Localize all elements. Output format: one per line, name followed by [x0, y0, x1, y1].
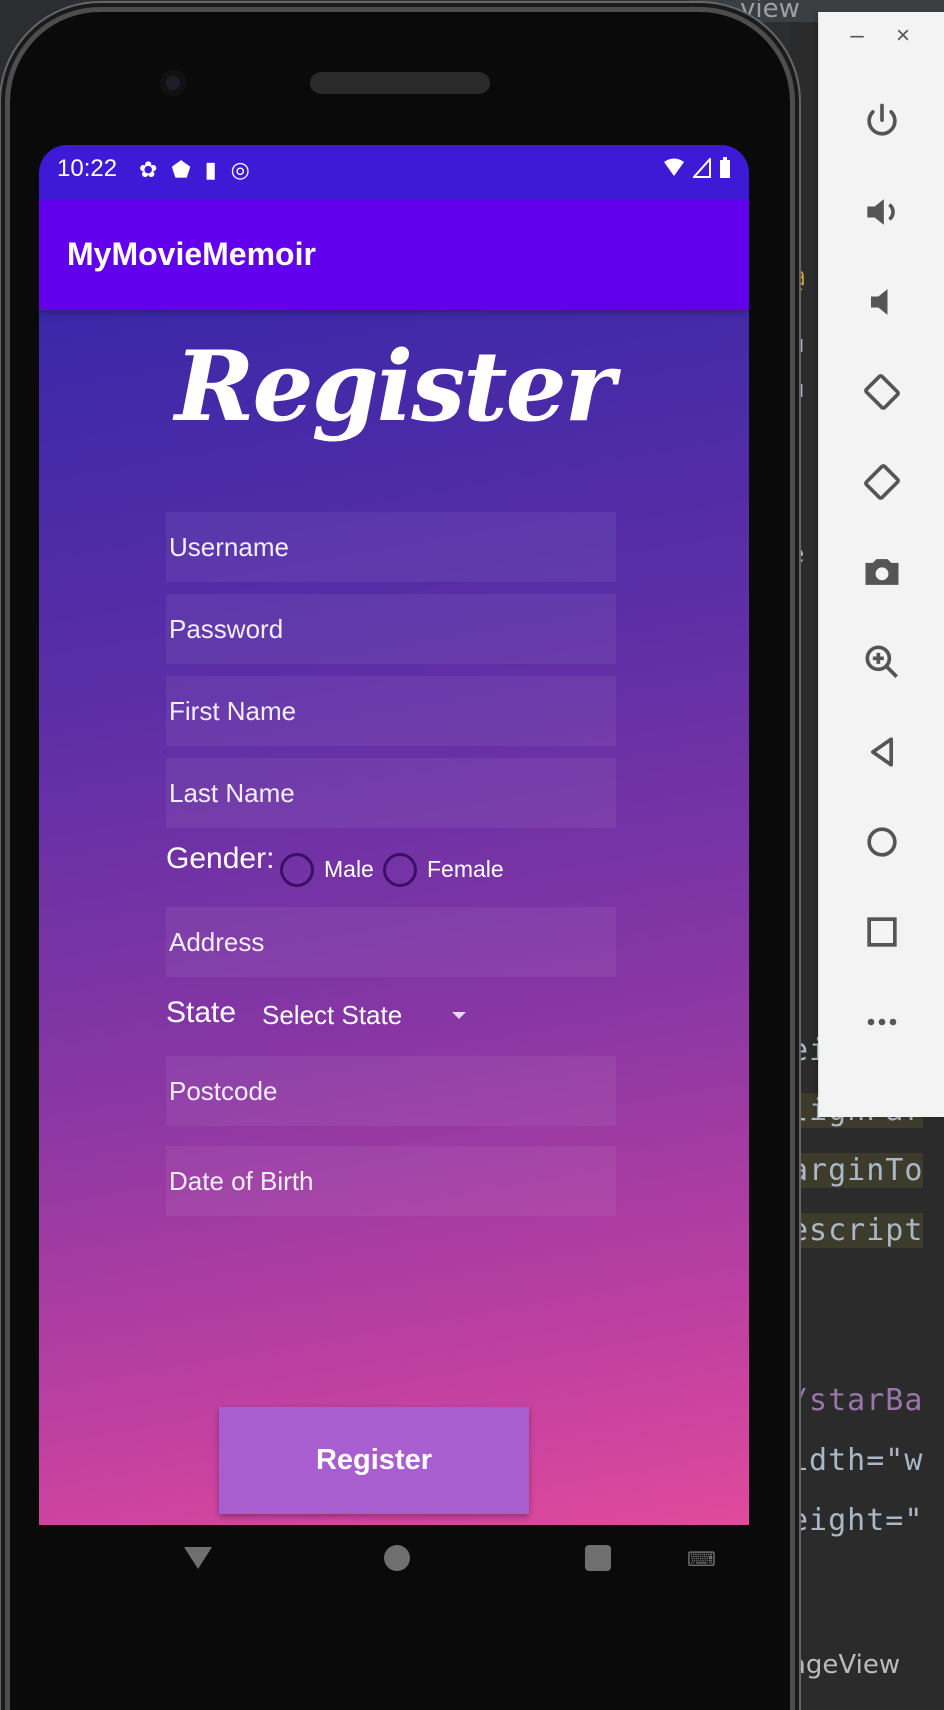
volume-down-button[interactable]	[847, 267, 917, 337]
zoom-icon	[865, 645, 898, 678]
status-bar: 10:22 ✿ ⬟ ▮ ◎	[39, 145, 749, 200]
overview-icon	[867, 917, 897, 947]
overview-button[interactable]	[847, 897, 917, 967]
close-button[interactable]: ×	[883, 18, 923, 54]
phone-frame: 10:22 ✿ ⬟ ▮ ◎ MyMovieMemoir Register Gen…	[10, 12, 790, 1710]
volume-up-icon	[867, 199, 895, 225]
code-line[interactable]: /starBa	[790, 1383, 923, 1418]
more-icon	[867, 1018, 897, 1026]
code-line[interactable]: idth="w	[790, 1443, 923, 1478]
phone-screen: 10:22 ✿ ⬟ ▮ ◎ MyMovieMemoir Register Gen…	[39, 145, 749, 1525]
state-label: State	[166, 996, 237, 1029]
battery-icon	[720, 157, 730, 178]
settings-icon: ✿	[139, 157, 158, 182]
register-button[interactable]: Register	[219, 1407, 529, 1514]
register-form: Register Gender: Male Female State Selec…	[39, 310, 749, 1525]
gutter-marker: u	[790, 330, 805, 358]
state-dropdown[interactable]: Select State	[254, 990, 474, 1040]
female-radio-label[interactable]: Female	[427, 856, 504, 883]
emulator-toolbar: – ×	[818, 12, 944, 1117]
home-icon	[867, 827, 897, 857]
status-system-icons	[663, 157, 731, 179]
app-title: MyMovieMemoir	[67, 236, 316, 272]
android-nav-bar: ⌨	[39, 1525, 749, 1645]
rotate-right-icon	[864, 464, 900, 500]
more-button[interactable]	[847, 987, 917, 1057]
sd-card-icon: ▮	[204, 157, 217, 182]
volume-down-icon	[871, 289, 888, 315]
code-line[interactable]: arginTo	[790, 1153, 924, 1188]
nav-recents-icon[interactable]	[585, 1545, 611, 1571]
signal-icon	[693, 158, 711, 178]
date-of-birth-input[interactable]	[166, 1146, 616, 1216]
ide-title-text: view	[740, 0, 800, 24]
gutter-marker: u	[790, 375, 805, 403]
home-button[interactable]	[847, 807, 917, 877]
gutter-marker: @	[790, 265, 805, 293]
zoom-button[interactable]	[847, 627, 917, 697]
app-bar: MyMovieMemoir	[39, 200, 749, 310]
back-button[interactable]	[847, 717, 917, 787]
screenshot-button[interactable]	[847, 537, 917, 607]
keyboard-icon[interactable]: ⌨	[687, 1547, 716, 1572]
gender-label: Gender:	[166, 842, 275, 875]
nav-home-icon[interactable]	[384, 1545, 410, 1571]
male-radio-label[interactable]: Male	[324, 856, 374, 883]
rotate-right-button[interactable]	[847, 447, 917, 517]
code-line[interactable]: escript	[790, 1213, 924, 1248]
state-selected-value: Select State	[262, 1000, 403, 1030]
status-notification-icons: ✿ ⬟ ▮ ◎	[139, 157, 250, 183]
shield-icon: ⬟	[171, 157, 191, 182]
nav-back-icon[interactable]	[184, 1547, 212, 1569]
rotate-left-button[interactable]	[847, 357, 917, 427]
code-footer-text: ageView	[790, 1650, 901, 1680]
back-icon	[871, 737, 893, 767]
gutter-marker: e	[790, 540, 805, 568]
male-radio[interactable]	[280, 853, 314, 887]
last-name-input[interactable]	[166, 758, 616, 828]
earpiece-speaker	[310, 72, 490, 94]
power-button[interactable]	[847, 87, 917, 157]
wifi-icon	[664, 158, 684, 176]
address-input[interactable]	[166, 907, 616, 977]
rotate-left-icon	[864, 374, 900, 410]
dropdown-caret-icon	[452, 1012, 466, 1019]
code-line[interactable]: eight="	[790, 1503, 923, 1538]
minimize-button[interactable]: –	[837, 18, 877, 54]
register-heading: Register	[174, 330, 616, 443]
postcode-input[interactable]	[166, 1056, 616, 1126]
front-camera	[160, 70, 186, 96]
status-time: 10:22	[57, 155, 118, 182]
camera-icon	[865, 559, 899, 585]
first-name-input[interactable]	[166, 676, 616, 746]
volume-up-button[interactable]	[847, 177, 917, 247]
username-input[interactable]	[166, 512, 616, 582]
female-radio[interactable]	[383, 853, 417, 887]
power-icon	[867, 103, 897, 136]
sync-icon: ◎	[230, 157, 250, 182]
password-input[interactable]	[166, 594, 616, 664]
